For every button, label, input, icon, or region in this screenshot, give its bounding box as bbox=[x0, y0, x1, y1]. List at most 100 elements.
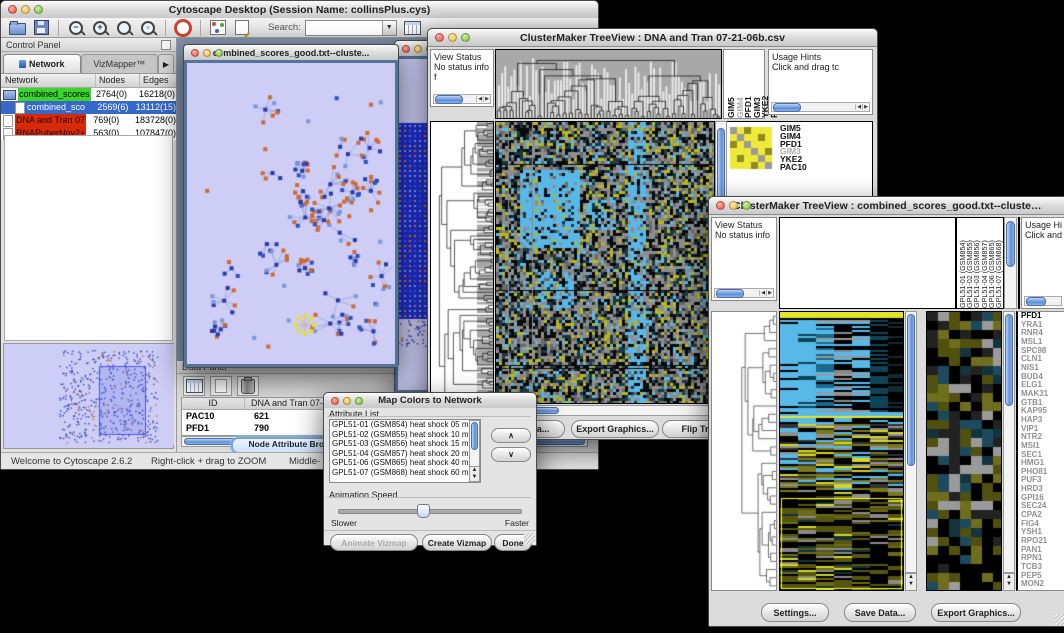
minimize-button[interactable] bbox=[448, 33, 457, 42]
tree2-row-dendrogram[interactable] bbox=[711, 311, 777, 591]
dialog-content: Attribute List GPL51-01 (GSM854) heat sh… bbox=[324, 408, 536, 545]
search-dropdown-arrow[interactable]: ▼ bbox=[382, 21, 396, 35]
close-button[interactable] bbox=[402, 45, 410, 53]
zoom-fit-button[interactable] bbox=[114, 19, 134, 37]
help-button[interactable] bbox=[173, 19, 193, 37]
animate-vizmap-button[interactable]: Animate Vizmap bbox=[330, 534, 418, 551]
close-button[interactable] bbox=[435, 33, 444, 42]
tree1-heatmap[interactable] bbox=[495, 121, 715, 404]
tab-vizmapper[interactable]: VizMapper™ bbox=[81, 54, 159, 73]
zoom-window-button[interactable] bbox=[461, 33, 470, 42]
view-status-scrollbar[interactable]: ◀▶ bbox=[714, 288, 774, 298]
net1-content[interactable] bbox=[184, 60, 398, 367]
net1-titlebar[interactable]: combined_scores_good.txt--cluste... bbox=[184, 45, 398, 61]
tree1-row-dendrogram[interactable] bbox=[430, 121, 494, 404]
tree1-column-labels: GIM5GIM4PFD1GIM3YKE2PAC10 bbox=[723, 49, 765, 119]
minimize-button[interactable] bbox=[414, 45, 422, 53]
zoom-window-button[interactable] bbox=[34, 5, 43, 14]
scroll-right-icon[interactable]: ▶ bbox=[483, 96, 490, 102]
scroll-left-icon[interactable]: ◀ bbox=[476, 96, 483, 102]
attribute-list-item[interactable]: GPL51-07 (GSM868) heat shock 60 min bbox=[332, 468, 480, 478]
resize-grip[interactable] bbox=[524, 533, 535, 544]
minimize-button[interactable] bbox=[729, 201, 738, 210]
scroll-left-icon[interactable]: ◀ bbox=[855, 104, 862, 110]
open-button[interactable] bbox=[7, 19, 27, 37]
view-status-scrollbar[interactable]: ◀▶ bbox=[433, 94, 491, 104]
correlation-matrix-canvas[interactable] bbox=[729, 125, 773, 171]
zoom-in-button[interactable]: + bbox=[90, 19, 110, 37]
tree2-heatmap-scroll-arrows[interactable]: ▲▼ bbox=[905, 573, 917, 591]
dialog-titlebar[interactable]: Map Colors to Network bbox=[324, 393, 536, 409]
minimize-button[interactable] bbox=[21, 5, 30, 14]
trash-icon bbox=[241, 379, 255, 394]
scroll-right-icon[interactable]: ▶ bbox=[862, 104, 869, 110]
map-colors-dialog: Map Colors to Network Attribute List GPL… bbox=[323, 392, 537, 546]
create-vizmap-button[interactable]: Create Vizmap bbox=[422, 534, 492, 551]
tree2-column-dendrogram[interactable] bbox=[779, 217, 956, 309]
export-graphics-button[interactable]: Export Graphics... bbox=[931, 603, 1021, 622]
tree2-zoom-vscrollbar[interactable] bbox=[1003, 311, 1015, 573]
tree2-zoom-heatmap[interactable] bbox=[926, 311, 1002, 591]
tab-network[interactable]: Network bbox=[3, 54, 81, 73]
export-graphics-button[interactable]: Export Graphics... bbox=[571, 420, 659, 438]
close-button[interactable] bbox=[8, 5, 17, 14]
vizmapper-button[interactable] bbox=[208, 19, 228, 37]
float-panel-icon[interactable] bbox=[161, 40, 171, 50]
tree1-titlebar[interactable]: ClusterMaker TreeView : DNA and Tran 07-… bbox=[428, 29, 877, 47]
search-input[interactable] bbox=[306, 21, 382, 35]
minimize-button[interactable] bbox=[203, 49, 211, 57]
tree1-column-dendrogram[interactable] bbox=[495, 49, 722, 119]
tab-overflow-arrow[interactable]: ▶ bbox=[158, 54, 174, 73]
zoom-window-button[interactable] bbox=[215, 49, 223, 57]
minimize-button[interactable] bbox=[343, 397, 351, 405]
select-attributes-button[interactable] bbox=[183, 376, 205, 396]
move-up-button[interactable]: ∧ bbox=[491, 428, 531, 443]
zoom-window-button[interactable] bbox=[742, 201, 751, 210]
tree2-heatmap-vscrollbar[interactable] bbox=[905, 311, 917, 573]
zoom-selected-button[interactable]: ▫ bbox=[138, 19, 158, 37]
main-titlebar[interactable]: Cytoscape Desktop (Session Name: collins… bbox=[1, 1, 598, 19]
attribute-list-scroll-arrows[interactable]: ▲▼ bbox=[469, 466, 480, 482]
network-row-selected[interactable]: combined_sco 2569(6) 13112(15) bbox=[1, 101, 176, 114]
speed-slider-thumb[interactable] bbox=[417, 504, 430, 518]
tree2-heatmap[interactable] bbox=[779, 311, 904, 591]
birdseye-canvas[interactable] bbox=[4, 344, 174, 445]
control-panel-title: Control Panel bbox=[6, 40, 61, 50]
resize-grip[interactable] bbox=[1055, 614, 1064, 625]
usage-hints-scrollbar[interactable]: ◀▶ bbox=[771, 102, 870, 112]
gene-label[interactable]: MON2 bbox=[1021, 580, 1064, 589]
save-button[interactable] bbox=[31, 19, 51, 37]
move-down-button[interactable]: ∨ bbox=[491, 447, 531, 462]
attribute-list-item[interactable]: GPL51-06 (GSM865) heat shock 40 min bbox=[332, 458, 480, 468]
close-button[interactable] bbox=[716, 201, 725, 210]
settings-button[interactable]: Settings... bbox=[761, 603, 829, 622]
birdseye-view[interactable] bbox=[3, 343, 174, 449]
tree2-gene-list[interactable]: PFD1YRA1RNR4MSL1SPC98CLN1NIS1BUD4ELG1MAK… bbox=[1016, 311, 1064, 591]
network-row[interactable]: DNA and Tran 07 769(0) 183728(0) bbox=[1, 114, 176, 127]
attribute-list-item[interactable]: GPL51-01 (GSM854) heat shock 05 min bbox=[332, 420, 480, 430]
close-button[interactable] bbox=[191, 49, 199, 57]
speed-slider-track[interactable] bbox=[338, 509, 522, 514]
network-canvas[interactable] bbox=[187, 63, 393, 361]
usage-hints-scrollbar[interactable] bbox=[1024, 296, 1062, 306]
scroll-left-icon[interactable]: ◀ bbox=[759, 290, 766, 296]
new-attribute-button[interactable] bbox=[210, 376, 232, 396]
zoom-window-button[interactable] bbox=[355, 397, 363, 405]
annotation-button[interactable] bbox=[232, 19, 252, 37]
attribute-list[interactable]: GPL51-01 (GSM854) heat shock 05 minGPL51… bbox=[329, 419, 481, 483]
save-data-button[interactable]: Save Data... bbox=[844, 603, 916, 622]
attribute-batch-button[interactable] bbox=[403, 19, 423, 37]
tree2-top-vscrollbar[interactable] bbox=[1004, 217, 1017, 309]
control-panel-header: Control Panel bbox=[1, 38, 176, 52]
network-row[interactable]: combined_scores 2764(0) 16218(0) bbox=[1, 88, 176, 101]
delete-attribute-button[interactable] bbox=[237, 376, 259, 396]
attribute-list-item[interactable]: GPL51-04 (GSM857) heat shock 20 min bbox=[332, 449, 480, 459]
tree2-zoom-scroll-arrows[interactable]: ▲▼ bbox=[1003, 573, 1015, 591]
scroll-right-icon[interactable]: ▶ bbox=[766, 290, 773, 296]
zoom-out-button[interactable]: − bbox=[66, 19, 86, 37]
attribute-list-item[interactable]: GPL51-02 (GSM855) heat shock 10 min bbox=[332, 430, 480, 440]
search-combobox[interactable]: ▼ bbox=[305, 20, 397, 36]
close-button[interactable] bbox=[331, 397, 339, 405]
attribute-list-item[interactable]: GPL51-03 (GSM856) heat shock 15 min bbox=[332, 439, 480, 449]
tree2-titlebar[interactable]: ClusterMaker TreeView : combined_scores_… bbox=[709, 197, 1064, 215]
